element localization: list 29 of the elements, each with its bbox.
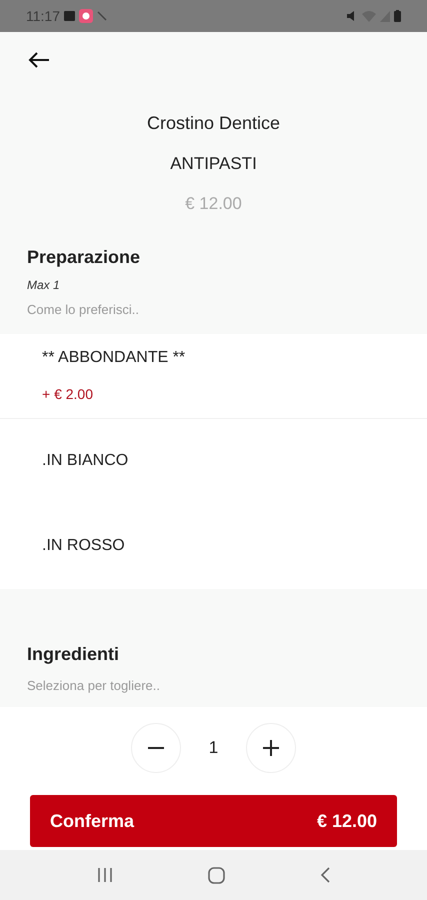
product-name: Crostino Dentice: [146, 112, 280, 135]
max-selection-label: Max 1: [27, 277, 61, 294]
increase-button[interactable]: [246, 723, 296, 773]
home-icon[interactable]: [208, 866, 225, 884]
section-title: Preparazione: [27, 246, 142, 269]
section-hint: Come lo preferisci..: [27, 301, 140, 319]
confirm-total: € 12.00: [316, 810, 377, 832]
plus-icon: [263, 740, 280, 756]
section-hint: Seleziona per togliere..: [27, 676, 161, 695]
product-category: ANTIPASTI: [170, 153, 257, 175]
quantity-value: 1: [208, 737, 218, 760]
app-icon: [79, 9, 93, 23]
option-row[interactable]: .IN ROSSO: [0, 504, 427, 588]
recents-icon[interactable]: [97, 868, 114, 882]
option-label: .IN ROSSO: [42, 536, 126, 556]
section-title: Ingredienti: [27, 642, 120, 666]
product-price: € 12.00: [185, 192, 242, 214]
option-label: ** ABBONDANTE **: [42, 348, 186, 368]
back-icon[interactable]: [320, 867, 330, 883]
option-extra-price: + € 2.00: [42, 385, 94, 404]
battery-icon: [394, 10, 401, 22]
back-arrow-icon: [28, 52, 50, 68]
confirm-button[interactable]: Conferma € 12.00: [30, 795, 397, 847]
confirm-label: Conferma: [50, 810, 134, 832]
status-time: 11:17: [26, 6, 60, 26]
minus-icon: [148, 747, 164, 749]
option-label: .IN BIANCO: [42, 451, 130, 471]
image-icon: [64, 11, 75, 21]
option-row[interactable]: .IN BIANCO: [0, 418, 427, 504]
